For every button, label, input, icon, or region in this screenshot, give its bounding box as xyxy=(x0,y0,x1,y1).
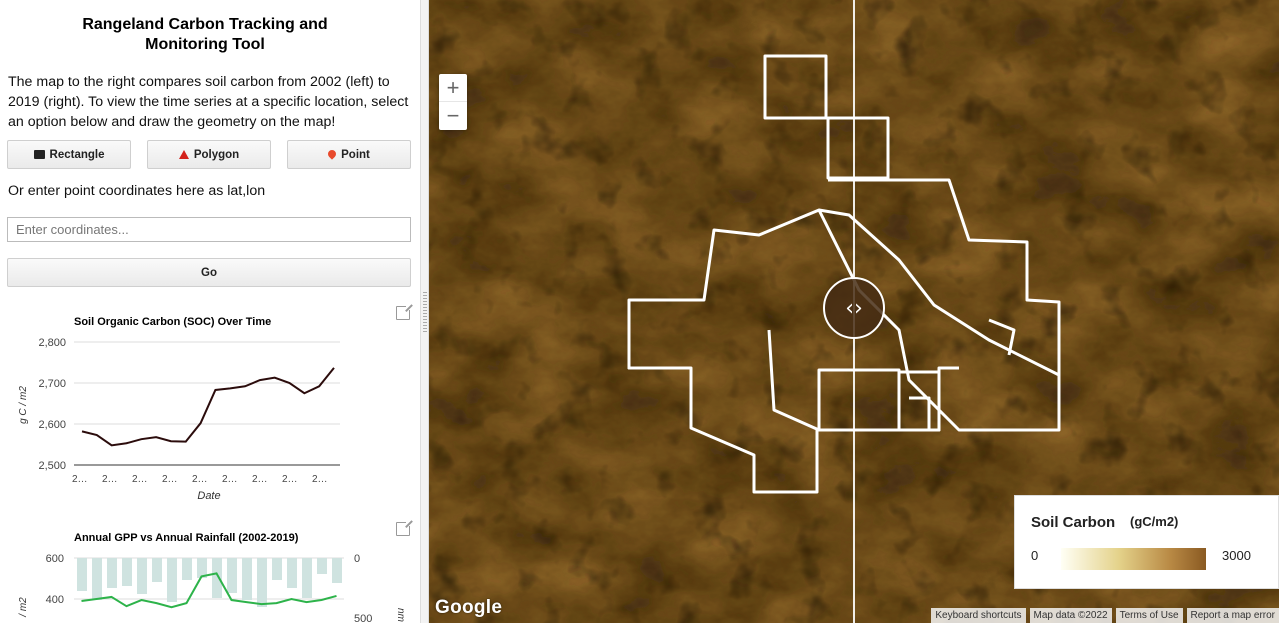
point-button[interactable]: Point xyxy=(287,140,411,169)
title-line-1: Rangeland Carbon Tracking and xyxy=(82,16,328,33)
soc-series-line xyxy=(81,367,335,447)
gpp-chart-title: Annual GPP vs Annual Rainfall (2002-2019… xyxy=(74,532,299,544)
zoom-out-button[interactable]: − xyxy=(439,102,467,130)
soc-y-axis-label: g C / m2 xyxy=(18,386,29,424)
google-logo[interactable]: Google xyxy=(435,597,502,619)
zoom-in-button[interactable]: + xyxy=(439,74,467,102)
compare-slider-handle[interactable]: ‹› xyxy=(823,277,885,339)
soc-popout-icon[interactable] xyxy=(396,303,413,320)
gpp-rainfall-bar xyxy=(302,558,312,598)
coordinates-input[interactable] xyxy=(7,217,411,242)
gpp-right-tick: 500 xyxy=(354,613,372,623)
soc-x-tick: 2… xyxy=(72,474,88,485)
soc-x-tick: 2… xyxy=(102,474,118,485)
gpp-right-tick: 0 xyxy=(354,553,360,565)
gpp-popout-icon[interactable] xyxy=(396,519,413,536)
gpp-rainfall-bar xyxy=(227,558,237,593)
page-title: Rangeland Carbon Tracking and Monitoring… xyxy=(0,15,410,55)
panel-splitter[interactable] xyxy=(420,0,429,623)
gpp-rainfall-bar xyxy=(77,558,87,591)
terms-of-use-link[interactable]: Terms of Use xyxy=(1115,608,1183,623)
gpp-rainfall-bar xyxy=(212,558,222,598)
soc-x-tick: 2… xyxy=(132,474,148,485)
map-data-text: Map data ©2022 xyxy=(1029,608,1112,623)
gpp-rainfall-bar xyxy=(332,558,342,583)
gpp-rainfall-bar xyxy=(317,558,327,574)
soc-x-axis-label: Date xyxy=(197,490,220,502)
soc-chart-title: Soil Organic Carbon (SOC) Over Time xyxy=(74,316,272,328)
legend-unit: (gC/m2) xyxy=(1130,514,1179,529)
legend-max: 3000 xyxy=(1222,548,1251,563)
soc-x-tick: 2… xyxy=(222,474,238,485)
gpp-rainfall-bar xyxy=(137,558,147,594)
gpp-left-tick: 400 xyxy=(46,594,64,606)
polygon-label: Polygon xyxy=(193,148,240,161)
soc-x-tick: 2… xyxy=(312,474,328,485)
app: Rangeland Carbon Tracking and Monitoring… xyxy=(0,0,1279,623)
gpp-series-line xyxy=(81,572,337,609)
gpp-left-tick: 600 xyxy=(46,553,64,565)
gpp-right-axis-label: nm xyxy=(395,608,406,622)
polygon-button[interactable]: Polygon xyxy=(147,140,271,169)
legend-min: 0 xyxy=(1031,548,1039,563)
gpp-rainfall-bar xyxy=(167,558,177,602)
point-label: Point xyxy=(341,148,370,161)
gpp-rainfall-bar xyxy=(92,558,102,600)
keyboard-shortcuts-link[interactable]: Keyboard shortcuts xyxy=(931,608,1026,623)
soc-y-tick: 2,600 xyxy=(38,419,66,431)
soc-x-tick: 2… xyxy=(162,474,178,485)
soc-y-tick: 2,800 xyxy=(38,337,66,349)
gpp-chart: 600 400 0 500 / m2 nm xyxy=(18,553,406,623)
gpp-rainfall-bar xyxy=(242,558,252,600)
legend-title: Soil Carbon xyxy=(1031,514,1116,531)
gpp-rainfall-bar xyxy=(122,558,132,586)
splitter-grip-icon[interactable] xyxy=(423,292,427,332)
control-panel: Rangeland Carbon Tracking and Monitoring… xyxy=(0,0,420,623)
soc-x-tick: 2… xyxy=(282,474,298,485)
zoom-control: + − xyxy=(439,74,467,130)
polygon-icon xyxy=(178,150,189,159)
rectangle-button[interactable]: Rectangle xyxy=(7,140,131,169)
gpp-rainfall-bar xyxy=(272,558,282,580)
gpp-left-axis-label: / m2 xyxy=(18,597,29,618)
legend-color-ramp xyxy=(1061,548,1206,570)
soc-x-tick: 2… xyxy=(192,474,208,485)
map-view[interactable]: ‹› + − Soil Carbon (gC/m2) 0 3000 Google… xyxy=(429,0,1279,623)
rectangle-label: Rectangle xyxy=(49,148,105,161)
pin-icon xyxy=(326,147,338,160)
soc-chart: 2,8002,7002,6002,5002… 2… 2… 2… 2… 2… 2… 2… 2…Da… xyxy=(18,337,340,502)
rectangle-icon xyxy=(33,150,45,159)
title-line-2: Monitoring Tool xyxy=(145,36,265,53)
soc-x-tick: 2… xyxy=(252,474,268,485)
gpp-rainfall-bar xyxy=(257,558,267,607)
map-attribution: Keyboard shortcuts Map data ©2022 Terms … xyxy=(927,608,1279,623)
coordinates-label: Or enter point coordinates here as lat,l… xyxy=(8,183,266,199)
gpp-rainfall-bar xyxy=(152,558,162,582)
gpp-rainfall-bar xyxy=(107,558,117,588)
soc-y-tick: 2,500 xyxy=(38,460,66,472)
gpp-rainfall-bar xyxy=(287,558,297,588)
description-text: The map to the right compares soil carbo… xyxy=(8,74,409,130)
gpp-rainfall-bar xyxy=(182,558,192,580)
go-button[interactable]: Go xyxy=(7,258,411,287)
report-map-error-link[interactable]: Report a map error xyxy=(1186,608,1279,623)
soil-carbon-legend: Soil Carbon (gC/m2) 0 3000 xyxy=(1014,495,1279,589)
soc-y-tick: 2,700 xyxy=(38,378,66,390)
